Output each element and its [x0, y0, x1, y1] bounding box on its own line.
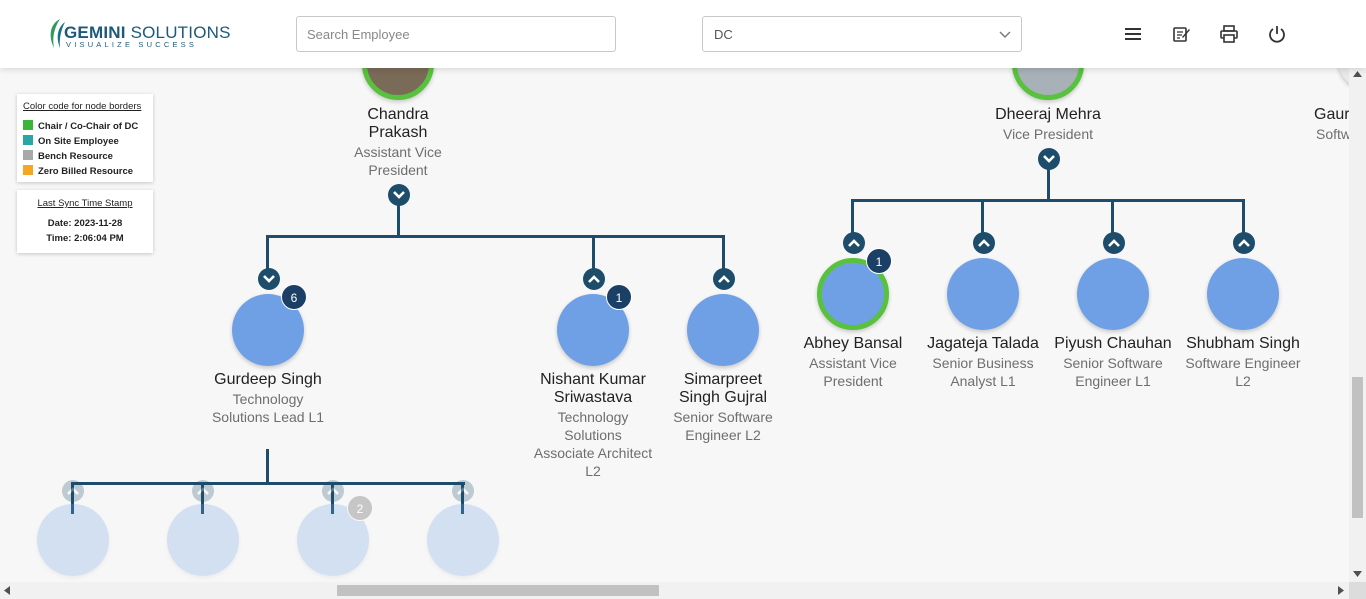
nishant-kumar-role: Technology Solutions Associate Architect L2 [533, 409, 653, 479]
jagateja-talada-role: Senior Business Analyst L1 [932, 355, 1034, 389]
power-icon[interactable] [1267, 24, 1287, 44]
scroll-down-arrow-icon[interactable] [1353, 571, 1362, 577]
chevron-down-icon [999, 31, 1011, 38]
connector [722, 235, 725, 270]
scrollbar-corner [1349, 582, 1366, 599]
reports-count-badge: 6 [281, 284, 307, 310]
connector [266, 449, 269, 484]
chandra-prakash-name: Chandra Prakash [367, 106, 429, 141]
shubham-singh-name: Shubham Singh [1186, 335, 1300, 352]
notes-icon[interactable] [1171, 24, 1191, 44]
collapse-toggle-child-1[interactable] [62, 480, 84, 502]
simarpreet-singh-role: Senior Software Engineer L2 [673, 409, 773, 443]
chevron-up-icon [718, 275, 730, 283]
collapse-toggle-piyush[interactable] [1103, 232, 1125, 254]
sync-date: Date: 2023-11-28 [47, 218, 123, 229]
reports-count-badge: 2 [347, 495, 373, 521]
print-icon[interactable] [1219, 24, 1239, 44]
child-avatar-1[interactable] [37, 504, 109, 576]
expand-toggle-chandra[interactable] [388, 184, 410, 206]
horizontal-scrollbar-thumb[interactable] [337, 585, 659, 596]
chevron-down-icon [1043, 155, 1055, 163]
collapse-toggle-jagateja[interactable] [973, 232, 995, 254]
sync-time: Time: 2:06:04 PM [46, 233, 124, 244]
simarpreet-singh-avatar[interactable] [687, 294, 759, 366]
legend-item-bench: Bench Resource [23, 150, 113, 162]
chevron-up-icon [197, 487, 209, 495]
chevron-up-icon [1238, 239, 1250, 247]
horizontal-scrollbar[interactable] [0, 582, 1349, 599]
scroll-up-arrow-icon[interactable] [1353, 71, 1362, 77]
scroll-right-arrow-icon[interactable] [1338, 586, 1344, 595]
connector [71, 482, 465, 485]
vertical-scrollbar-thumb[interactable] [1352, 377, 1363, 518]
legend-item-chair: Chair / Co-Chair of DC [23, 120, 138, 132]
sync-timestamp-panel: Last Sync Time Stamp Date: 2023-11-28 Ti… [17, 190, 153, 253]
connector [1242, 199, 1245, 234]
chevron-down-icon [393, 191, 405, 199]
connector [851, 199, 1245, 202]
piyush-chauhan-avatar[interactable] [1077, 258, 1149, 330]
connector [592, 235, 595, 270]
chevron-up-icon [1108, 239, 1120, 247]
legend-item-zero-billed: Zero Billed Resource [23, 165, 133, 177]
collapse-toggle-simarpreet[interactable] [713, 268, 735, 290]
collapse-toggle-child-4[interactable] [452, 480, 474, 502]
connector [851, 199, 854, 234]
chevron-up-icon [457, 487, 469, 495]
shubham-singh-role: Software Engineer L2 [1185, 355, 1301, 389]
menu-icon[interactable] [1123, 24, 1143, 44]
chevron-up-icon [978, 239, 990, 247]
sync-title: Last Sync Time Stamp [37, 198, 133, 209]
connector [266, 235, 269, 270]
chevron-up-icon [67, 487, 79, 495]
gurdeep-singh-name: Gurdeep Singh [214, 371, 322, 388]
connector [981, 199, 984, 234]
chevron-down-icon [263, 275, 275, 283]
chandra-prakash-role: Assistant Vice President [354, 144, 442, 178]
collapse-toggle-shubham[interactable] [1233, 232, 1255, 254]
abhey-bansal-name: Abhey Bansal [803, 335, 903, 352]
dc-select-value: DC [714, 27, 733, 42]
search-employee-input[interactable] [296, 16, 616, 52]
chevron-up-icon [327, 487, 339, 495]
jagateja-talada-name: Jagateja Talada [927, 335, 1039, 352]
gurdeep-singh-role: Technology Solutions Lead L1 [211, 391, 325, 425]
scroll-left-arrow-icon[interactable] [4, 586, 10, 595]
connector [266, 235, 725, 238]
collapse-toggle-abhey[interactable] [843, 232, 865, 254]
expand-toggle-dheeraj[interactable] [1038, 148, 1060, 170]
child-avatar-2[interactable] [167, 504, 239, 576]
collapse-toggle-nishant[interactable] [583, 268, 605, 290]
dheeraj-mehra-name: Dheeraj Mehra [995, 106, 1101, 123]
nishant-kumar-name: Nishant Kumar Sriwastava [540, 371, 646, 406]
piyush-chauhan-name: Piyush Chauhan [1054, 335, 1172, 352]
reports-count-badge: 1 [866, 248, 892, 274]
piyush-chauhan-role: Senior Software Engineer L1 [1063, 355, 1163, 389]
legend-title: Color code for node borders [23, 101, 142, 112]
chevron-up-icon [848, 239, 860, 247]
color-legend: Color code for node borders Chair / Co-C… [17, 94, 153, 182]
shubham-singh-avatar[interactable] [1207, 258, 1279, 330]
dheeraj-mehra-role: Vice President [1002, 126, 1093, 142]
dc-select[interactable]: DC [702, 16, 1022, 52]
connector [1111, 199, 1114, 234]
collapse-toggle-child-3[interactable] [322, 480, 344, 502]
brand-tagline: VISUALIZE SUCCESS [66, 40, 198, 49]
simarpreet-singh-name: Simarpreet Singh Gujral [678, 371, 768, 406]
abhey-bansal-role: Assistant Vice President [809, 355, 897, 389]
legend-item-onsite: On Site Employee [23, 135, 119, 147]
chevron-up-icon [588, 275, 600, 283]
child-avatar-4[interactable] [427, 504, 499, 576]
jagateja-talada-avatar[interactable] [947, 258, 1019, 330]
connector [1047, 167, 1050, 201]
top-header: GEMINI SOLUTIONS VISUALIZE SUCCESS DC [0, 0, 1366, 68]
collapse-toggle-child-2[interactable] [192, 480, 214, 502]
expand-toggle-gurdeep[interactable] [258, 268, 280, 290]
connector [397, 203, 400, 237]
reports-count-badge: 1 [606, 284, 632, 310]
